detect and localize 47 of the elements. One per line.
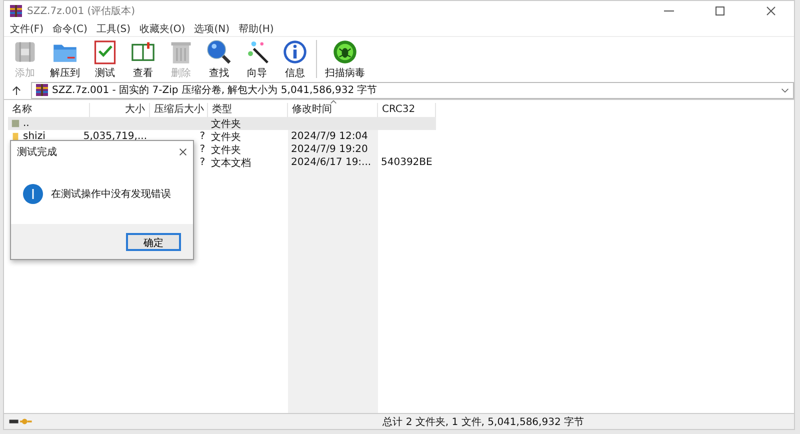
address-field[interactable]: SZZ.7z.001 - 固实的 7-Zip 压缩分卷, 解包大小为 5,041,586,932 字节 xyxy=(31,82,794,98)
dialog-title: 测试完成 xyxy=(17,146,57,159)
menu-item[interactable]: 工具(S) xyxy=(96,22,131,36)
check-icon xyxy=(92,38,118,64)
folder-icon xyxy=(11,132,20,141)
table-cell: ? xyxy=(200,131,205,142)
menu-item[interactable]: 选项(N) xyxy=(194,22,230,36)
info-icon xyxy=(23,184,43,204)
bug-icon xyxy=(332,38,358,64)
table-cell: 2024/7/9 19:20 xyxy=(291,144,368,155)
archive-icon xyxy=(10,5,22,17)
menu-item[interactable]: 命令(C) xyxy=(52,22,88,36)
archive-icon xyxy=(36,84,48,96)
menu-item[interactable]: 帮助(H) xyxy=(238,22,274,36)
drive-key-icon xyxy=(9,417,33,426)
table-cell-text: 文件夹 xyxy=(211,144,241,156)
table-cell: 2024/6/17 19:... xyxy=(291,157,372,168)
table-cell-text: 文件夹 xyxy=(211,118,241,130)
table-cell: ? xyxy=(200,144,205,155)
up-arrow-icon[interactable] xyxy=(12,86,21,94)
table-cell-text: 文件夹 xyxy=(211,130,241,144)
toolbar-button[interactable]: 解压到 xyxy=(46,38,84,80)
toolbar-button[interactable]: 向导 xyxy=(240,38,274,80)
toolbar-button[interactable]: 测试 xyxy=(88,38,122,80)
dialog-message: 在测试操作中没有发现错误 xyxy=(51,188,171,200)
close-icon[interactable] xyxy=(179,148,187,156)
table-cell: .. xyxy=(23,118,30,129)
dropdown-icon xyxy=(781,88,789,92)
toolbar-button[interactable]: 信息 xyxy=(278,38,312,80)
table-cell: shizi xyxy=(23,131,46,142)
toolbar-button[interactable]: 扫描病毒 xyxy=(321,38,369,80)
table-cell: 2024/7/9 12:04 xyxy=(291,131,368,142)
status-text: 总计 2 文件夹, 1 文件, 5,041,586,932 字节 xyxy=(382,416,584,428)
menu-item[interactable]: 收藏夹(O) xyxy=(140,22,186,36)
magnifier-icon xyxy=(206,38,232,64)
window-title: SZZ.7z.001 (评估版本) xyxy=(27,4,136,18)
table-cell: 5,035,719,... xyxy=(83,131,147,142)
close-icon[interactable] xyxy=(766,6,776,16)
info-icon xyxy=(282,38,308,64)
maximize-icon[interactable] xyxy=(715,6,725,16)
toolbar-button[interactable]: 查看 xyxy=(126,38,160,80)
table-cell-text: 文本文档 xyxy=(211,156,251,170)
ok-button[interactable]: 确定 xyxy=(126,232,181,250)
toolbar-button[interactable]: 查找 xyxy=(202,38,236,80)
menu-item[interactable]: 文件(F) xyxy=(10,22,44,36)
table-cell: ? xyxy=(200,157,205,168)
table-cell: 540392BE xyxy=(381,157,432,168)
